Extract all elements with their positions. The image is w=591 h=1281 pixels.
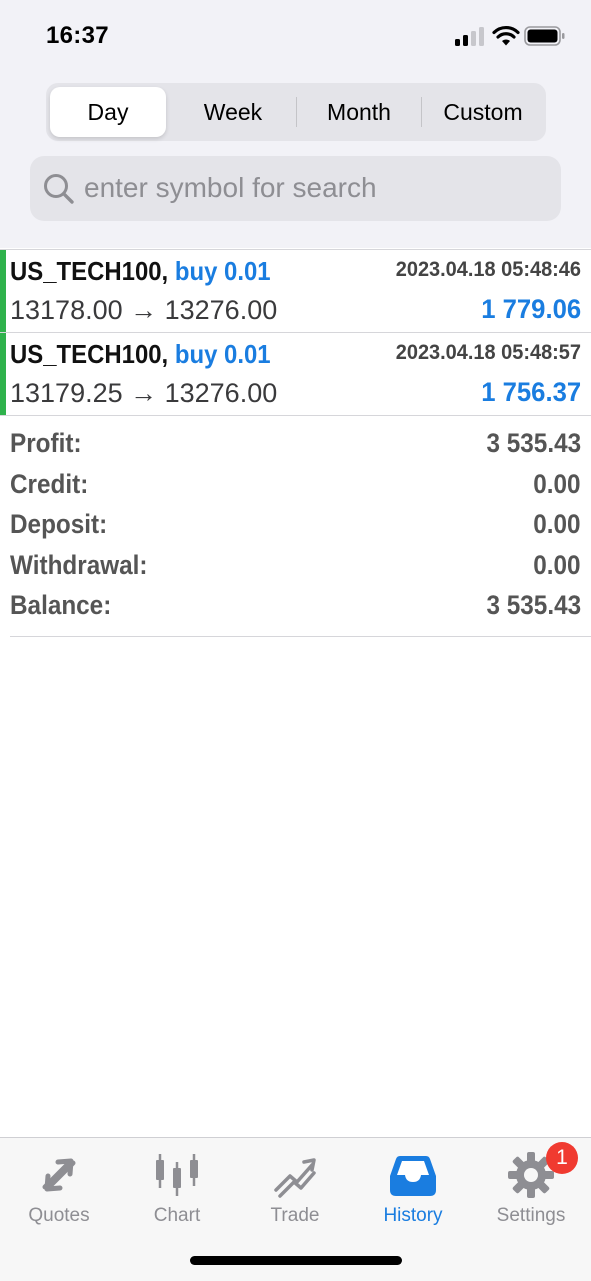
cellular-signal-icon: [455, 27, 487, 46]
deal-time: 2023.04.18 05:48:57: [395, 341, 581, 364]
buy-indicator: [0, 333, 6, 415]
summary-value: 0.00: [533, 468, 581, 499]
buy-indicator: [0, 250, 6, 332]
deal-profit: 1 779.06: [481, 294, 581, 324]
deal-side: buy 0.01: [174, 339, 271, 369]
deal-prices: 13178.00 → 13276.00: [10, 295, 278, 325]
summary-label: Balance:: [10, 590, 112, 620]
home-indicator: [190, 1256, 402, 1265]
deal-symbol: US_TECH100, buy 0.01: [10, 256, 271, 287]
account-summary: Profit: 3 535.43 Credit: 0.00 Deposit: 0…: [10, 424, 581, 627]
tab-quotes[interactable]: Quotes: [0, 1138, 118, 1238]
deal-side: buy 0.01: [174, 256, 271, 286]
deals-list: US_TECH100, buy 0.01 2023.04.18 05:48:46…: [0, 249, 591, 416]
summary-value: 0.00: [533, 509, 581, 539]
period-day[interactable]: Day: [50, 87, 166, 137]
deal-prices: 13179.25 → 13276.00: [10, 378, 278, 408]
search-bar[interactable]: [30, 156, 561, 221]
settings-badge: 1: [546, 1142, 578, 1174]
deal-profit: 1 756.37: [481, 377, 581, 407]
summary-row-credit: Credit: 0.00: [10, 465, 581, 506]
chart-icon: [156, 1154, 198, 1196]
period-week[interactable]: Week: [171, 87, 295, 137]
history-icon: [390, 1156, 436, 1196]
tab-label: History: [383, 1205, 443, 1226]
quotes-icon: [42, 1158, 76, 1192]
summary-value: 3 535.43: [486, 428, 581, 458]
status-time: 16:37: [46, 22, 109, 49]
summary-row-profit: Profit: 3 535.43: [10, 424, 581, 465]
summary-label: Credit:: [10, 468, 89, 499]
summary-label: Deposit:: [10, 509, 108, 539]
tab-label: Quotes: [28, 1205, 90, 1226]
trade-icon: [274, 1158, 316, 1198]
summary-value: 3 535.43: [486, 590, 581, 620]
tab-trade[interactable]: Trade: [236, 1138, 354, 1238]
deal-symbol-text: US_TECH100,: [10, 339, 169, 369]
summary-divider: [10, 636, 591, 637]
summary-row-balance: Balance: 3 535.43: [10, 586, 581, 627]
tab-history[interactable]: History: [354, 1138, 472, 1238]
summary-row-deposit: Deposit: 0.00: [10, 505, 581, 546]
deal-symbol: US_TECH100, buy 0.01: [10, 339, 271, 370]
deal-symbol-text: US_TECH100,: [10, 256, 169, 286]
period-selector: Day Week Month Custom: [46, 83, 546, 141]
deal-row[interactable]: US_TECH100, buy 0.01 2023.04.18 05:48:57…: [0, 333, 591, 416]
period-custom[interactable]: Custom: [422, 87, 544, 137]
tab-label: Settings: [496, 1205, 566, 1226]
period-month[interactable]: Month: [297, 87, 421, 137]
deal-time: 2023.04.18 05:48:46: [395, 258, 581, 281]
deal-row[interactable]: US_TECH100, buy 0.01 2023.04.18 05:48:46…: [0, 250, 591, 333]
tab-chart[interactable]: Chart: [118, 1138, 236, 1238]
summary-label: Profit:: [10, 428, 82, 458]
search-icon: [44, 174, 74, 204]
wifi-icon: [492, 25, 520, 46]
search-input[interactable]: [84, 170, 544, 206]
summary-label: Withdrawal:: [10, 549, 148, 580]
summary-row-withdrawal: Withdrawal: 0.00: [10, 546, 581, 587]
summary-value: 0.00: [533, 549, 581, 580]
tab-label: Trade: [270, 1205, 320, 1226]
battery-icon: [524, 26, 565, 46]
status-bar: 16:37: [0, 0, 591, 72]
tab-label: Chart: [153, 1205, 201, 1226]
